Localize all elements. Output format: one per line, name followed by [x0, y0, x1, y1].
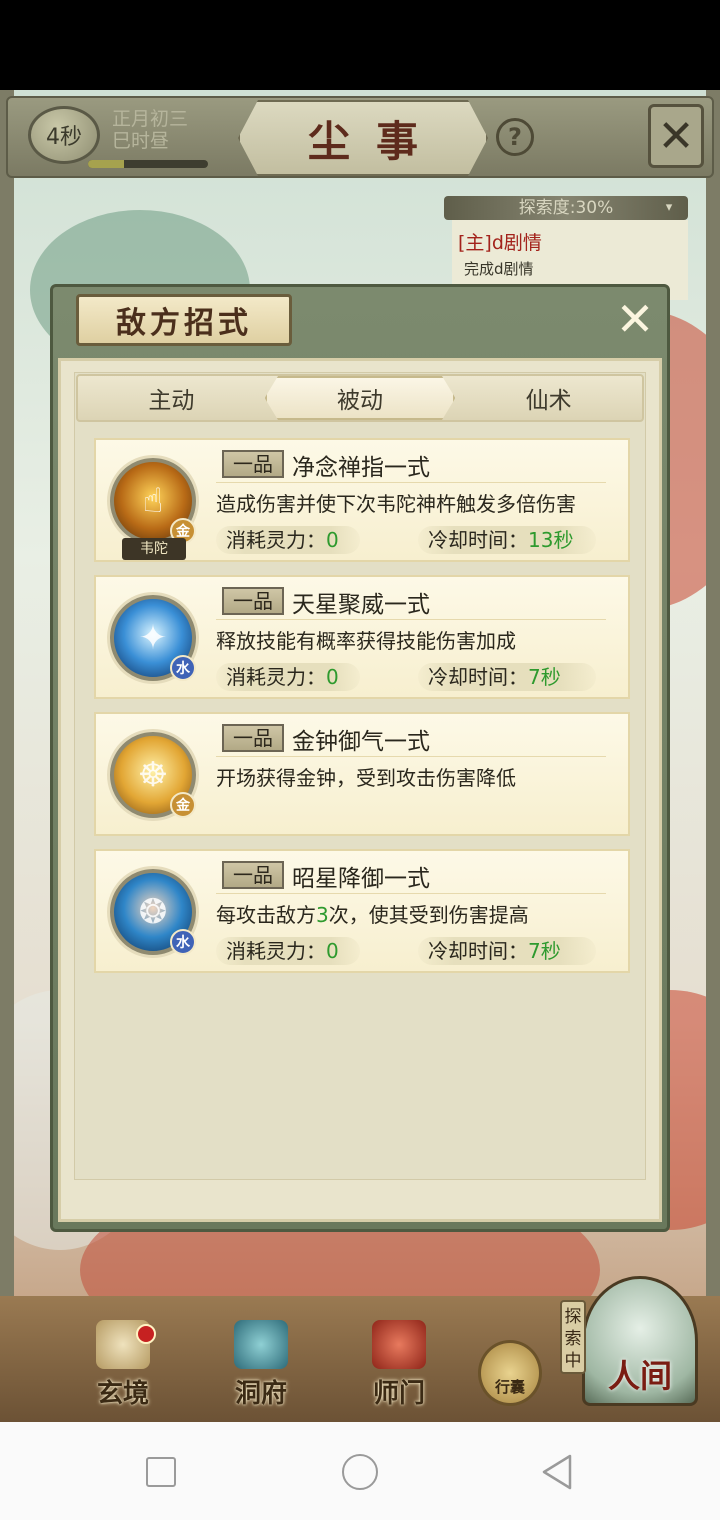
nav-item-shimen[interactable]: 师门 — [344, 1320, 454, 1410]
nav-item-xuanjing[interactable]: 玄境 — [68, 1320, 178, 1410]
skill-description-suffix: 次，使其受到伤害提高 — [328, 903, 529, 927]
mana-cost-value: 0 — [326, 939, 339, 963]
tab-label: 被动 — [337, 388, 383, 414]
mana-cost-label: 消耗灵力： — [226, 939, 326, 963]
bag-label: 行囊 — [494, 1378, 525, 1396]
cooldown-label: 冷却时间： — [428, 665, 528, 689]
page-title: 尘事 — [307, 116, 444, 166]
tab-spells[interactable]: 仙术 — [455, 376, 642, 420]
timer-text: 4秒 — [46, 125, 82, 150]
world-label: 人间 — [607, 1357, 672, 1395]
recent-apps-icon[interactable] — [146, 1457, 176, 1487]
dialog-title: 敌方招式 — [116, 306, 252, 341]
grade-tag: 一品 — [222, 861, 284, 889]
mana-cost: 消耗灵力：0 — [216, 526, 360, 554]
skill-description-number: 3 — [316, 903, 329, 927]
element-badge-water: 水 — [170, 929, 196, 955]
skill-card[interactable]: ✦ 水 一品 天星聚威一式 释放技能有概率获得技能伤害加成 消耗灵力：0 冷却时… — [94, 575, 630, 699]
skill-description: 造成伤害并使下次韦陀神杵触发多倍伤害 — [216, 488, 616, 517]
element-badge-metal: 金 — [170, 792, 196, 818]
skill-name: 天星聚威一式 — [292, 592, 430, 618]
grade-tag: 一品 — [222, 724, 284, 752]
tab-passive-skills[interactable]: 被动 — [264, 376, 456, 420]
skill-description: 每攻击敌方3次，使其受到伤害提高 — [216, 899, 616, 928]
title-plaque: 尘事 — [238, 100, 488, 176]
quest-description: 完成d剧情 — [464, 260, 534, 278]
timer-badge: 4秒 — [28, 106, 100, 164]
nav-label: 洞府 — [234, 1379, 287, 1409]
nav-label: 玄境 — [96, 1379, 149, 1409]
cooldown-value: 7秒 — [528, 939, 561, 963]
cooldown: 冷却时间：7秒 — [418, 937, 596, 965]
skill-list: ☝ 金 韦陀 一品 净念禅指一式 造成伤害并使下次韦陀神杵触发多倍伤害 消耗灵力… — [94, 438, 630, 986]
date-line-2: 巳时昼 — [112, 130, 170, 152]
cooldown-value: 13秒 — [528, 528, 574, 552]
grade-tag: 一品 — [222, 450, 284, 478]
date-line-1: 正月初三 — [112, 108, 189, 130]
help-icon[interactable]: ? — [496, 118, 534, 156]
mana-cost-label: 消耗灵力： — [226, 528, 326, 552]
skill-name: 净念禅指一式 — [292, 455, 430, 481]
exploring-tag: 探索中 — [560, 1300, 586, 1374]
pavilion-icon — [234, 1320, 288, 1369]
dialog-close-icon[interactable]: ✕ — [612, 296, 658, 342]
skill-card[interactable]: ❂ 水 一品 昭星降御一式 每攻击敌方3次，使其受到伤害提高 消耗灵力：0 冷却… — [94, 849, 630, 973]
close-icon: ✕ — [657, 110, 695, 162]
divider — [216, 756, 606, 757]
dialog-title-plate: 敌方招式 — [76, 294, 292, 346]
cooldown-value: 7秒 — [528, 665, 561, 689]
mana-cost: 消耗灵力：0 — [216, 663, 360, 691]
mana-cost-value: 0 — [326, 665, 339, 689]
time-progress-bar — [88, 160, 208, 168]
skill-description-overflow: 伤害 — [536, 492, 576, 516]
quest-title[interactable]: [主]d剧情 — [458, 228, 542, 255]
time-progress-fill — [88, 160, 124, 168]
skill-description-text: 造成伤害并使下次韦陀神杵触发多倍 — [216, 492, 536, 516]
cooldown-label: 冷却时间： — [428, 939, 528, 963]
nav-label: 师门 — [372, 1379, 425, 1409]
home-icon[interactable] — [342, 1454, 378, 1490]
close-button[interactable]: ✕ — [648, 104, 704, 168]
explore-progress-label: 探索度:30% — [518, 198, 614, 218]
banner-icon — [372, 1320, 426, 1369]
skill-description-prefix: 每攻击敌方 — [216, 903, 316, 927]
bag-button[interactable]: 行囊 — [478, 1340, 542, 1406]
skill-tabs: 主动 被动 仙术 — [76, 374, 644, 422]
left-frame — [0, 90, 14, 1320]
element-badge-water: 水 — [170, 655, 196, 681]
tab-active-skills[interactable]: 主动 — [78, 376, 265, 420]
skill-name: 昭星降御一式 — [292, 866, 430, 892]
skill-description: 开场获得金钟，受到攻击伤害降低 — [216, 766, 516, 790]
icon-caption: 韦陀 — [122, 538, 186, 560]
right-frame — [706, 90, 720, 1320]
explore-progress[interactable]: 探索度:30% ▾ — [444, 196, 688, 220]
divider — [216, 619, 606, 620]
world-button[interactable]: 人间 — [582, 1276, 698, 1406]
skill-description: 释放技能有概率获得技能伤害加成 — [216, 629, 516, 653]
cooldown: 冷却时间：13秒 — [418, 526, 596, 554]
tab-label: 仙术 — [525, 388, 572, 414]
skill-card[interactable]: ☸ 金 一品 金钟御气一式 开场获得金钟，受到攻击伤害降低 — [94, 712, 630, 836]
chevron-down-icon[interactable]: ▾ — [658, 199, 680, 217]
mana-cost: 消耗灵力：0 — [216, 937, 360, 965]
cooldown-label: 冷却时间： — [428, 528, 528, 552]
mana-cost-label: 消耗灵力： — [226, 665, 326, 689]
nav-item-dongfu[interactable]: 洞府 — [206, 1320, 316, 1410]
notification-dot — [136, 1324, 156, 1344]
grade-tag: 一品 — [222, 587, 284, 615]
cooldown: 冷却时间：7秒 — [418, 663, 596, 691]
skill-name: 金钟御气一式 — [292, 729, 430, 755]
mana-cost-value: 0 — [326, 528, 339, 552]
back-icon[interactable] — [538, 1452, 578, 1492]
tab-label: 主动 — [148, 388, 195, 414]
divider — [216, 893, 606, 894]
status-bar — [0, 0, 720, 90]
divider — [216, 482, 606, 483]
skill-card[interactable]: ☝ 金 韦陀 一品 净念禅指一式 造成伤害并使下次韦陀神杵触发多倍伤害 消耗灵力… — [94, 438, 630, 562]
